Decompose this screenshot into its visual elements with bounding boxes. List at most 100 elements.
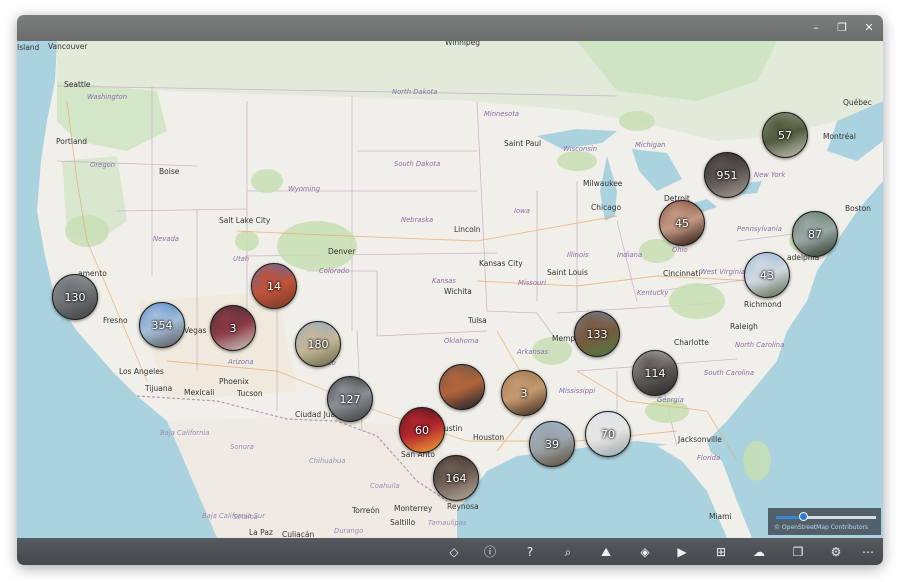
map-label-richmond: Richmond [744,300,782,309]
map-label-fresno: Fresno [103,316,128,325]
map-view[interactable]: Island Vancouver Winnipeg Seattle Washington… [17,41,883,538]
map-label-denver: Denver [328,247,356,256]
info-icon[interactable]: ⓘ [481,543,499,561]
folders-icon[interactable]: ❐ [789,543,807,561]
map-label-houston: Houston [473,433,505,442]
map-label-la-paz: La Paz [249,528,273,537]
photo-cluster-tennessee[interactable]: 133 [574,311,620,357]
map-label-charlotte: Charlotte [674,338,709,347]
map-label-michigan: Michigan [635,141,666,149]
map-label-austin: ustin [444,424,463,433]
photo-cluster-el-paso[interactable]: 127 [327,376,373,422]
layers-icon[interactable]: ◈ [636,543,654,561]
map-label-south-carolina: South Carolina [704,369,755,377]
photo-cluster-utah[interactable]: 14 [251,263,297,309]
map-label-nebraska: Nebraska [401,216,434,224]
zoom-panel: © OpenStreetMap Contributors [768,508,881,535]
photo-cluster-count: 14 [267,279,281,293]
photo-cluster-count: 39 [545,437,559,451]
photo-cluster-count: 70 [601,427,615,441]
maximize-button[interactable]: ❐ [828,15,856,41]
photo-cluster-count: 133 [586,327,608,341]
map-label-tucson: Tucson [237,389,263,398]
search-icon[interactable]: ⌕ [559,543,577,561]
map-label-saint-louis: Saint Louis [547,268,588,277]
map-label-utah: Utah [233,255,250,263]
help-icon[interactable]: ? [521,543,539,561]
map-label-boston: Boston [845,204,871,213]
map-label-portland: Portland [56,137,88,146]
photo-cluster-california-north[interactable]: 130 [52,274,98,320]
zoom-thumb[interactable] [799,512,808,521]
map-label-quebec: Québec [843,98,872,107]
photo-cluster-count: 127 [339,392,361,406]
close-button[interactable]: ✕ [855,15,883,41]
map-label-tijuana: Tijuana [145,384,173,393]
gear-icon[interactable]: ⚙ [827,543,845,561]
map-style-icon[interactable]: ⛰ [597,543,615,561]
photo-cluster-count: 60 [415,423,429,437]
photo-cluster-new-mexico[interactable]: 180 [295,321,341,367]
play-icon[interactable]: ▶ [673,543,691,561]
map-label-island: Island [17,43,40,52]
map-label-seattle: Seattle [64,80,91,89]
photo-cluster-count: 45 [675,216,689,230]
photo-cluster-count: 87 [808,227,822,241]
photo-cluster-count: 951 [716,168,738,182]
map-label-sonora: Sonora [230,443,254,451]
photo-cluster-texas-south[interactable]: 164 [433,455,479,501]
more-icon[interactable]: ⋯ [859,543,877,561]
map-label-vancouver: Vancouver [48,42,88,51]
map-label-wisconsin: Wisconsin [563,145,598,153]
map-label-new-york: New York [754,171,786,179]
map-label-montreal: Montréal [823,132,856,141]
map-label-north-dakota: North Dakota [392,88,438,96]
app-window: – ❐ ✕ Island Vancouver Winnipeg Seattle … [17,15,883,565]
cloud-icon[interactable]: ☁ [750,543,768,561]
map-label-washington: Washington [87,93,128,101]
photo-cluster-florida-panhandle[interactable]: 70 [585,411,631,457]
map-label-boise: Boise [159,167,180,176]
map-label-indiana: Indiana [617,251,643,259]
map-label-kansas-city: Kansas City [479,259,523,268]
grid-icon[interactable]: ⊞ [712,543,730,561]
title-bar[interactable]: – ❐ ✕ [17,15,883,41]
map-label-georgia: Georgia [657,396,684,404]
diamond-icon[interactable]: ◇ [445,543,463,561]
photo-cluster-gulf-coast[interactable]: 39 [529,421,575,467]
map-label-torreon: Torreón [352,506,380,515]
map-label-wyoming: Wyoming [288,185,321,193]
photo-cluster-california-south[interactable]: 354 [139,302,185,348]
photo-cluster-oklahoma-south[interactable] [439,364,485,410]
map-label-jacksonville: Jacksonville [678,435,722,444]
photo-cluster-quebec[interactable]: 57 [762,112,808,158]
minimize-button[interactable]: – [802,15,830,41]
map-label-saltillo: Saltillo [390,518,416,527]
photo-cluster-count: 43 [760,268,774,282]
photo-cluster-louisiana[interactable]: 3 [501,370,547,416]
photo-cluster-texas-central[interactable]: 60 [399,407,445,453]
map-label-culiacan: Culiacán [282,530,315,538]
photo-cluster-count: 114 [644,366,666,380]
map-label-durango: Durango [334,527,364,535]
map-label-north-carolina: North Carolina [735,341,785,349]
photo-cluster-boston-area[interactable]: 87 [792,211,838,257]
map-label-arkansas: Arkansas [517,348,549,356]
map-label-kentucky: Kentucky [637,289,669,297]
map-label-tamaulipas: Tamaulipas [428,519,467,527]
map-attribution[interactable]: © OpenStreetMap Contributors [774,524,868,531]
photo-cluster-nevada[interactable]: 3 [210,305,256,351]
map-label-arizona: Arizona [228,358,254,366]
map-label-raleigh: Raleigh [730,322,758,331]
map-label-las-vegas: Vegas [184,326,207,335]
photo-cluster-georgia[interactable]: 114 [632,350,678,396]
map-label-missouri: Missouri [518,279,546,287]
map-label-baja-california: Baja California [160,429,210,437]
map-label-milwaukee: Milwaukee [583,179,623,188]
map-label-monterrey: Monterrey [394,504,433,513]
photo-cluster-count: 57 [778,128,792,142]
photo-cluster-ontario[interactable]: 951 [704,152,750,198]
zoom-slider[interactable] [776,512,876,521]
photo-cluster-ohio[interactable]: 45 [659,200,705,246]
photo-cluster-virginia[interactable]: 43 [744,252,790,298]
